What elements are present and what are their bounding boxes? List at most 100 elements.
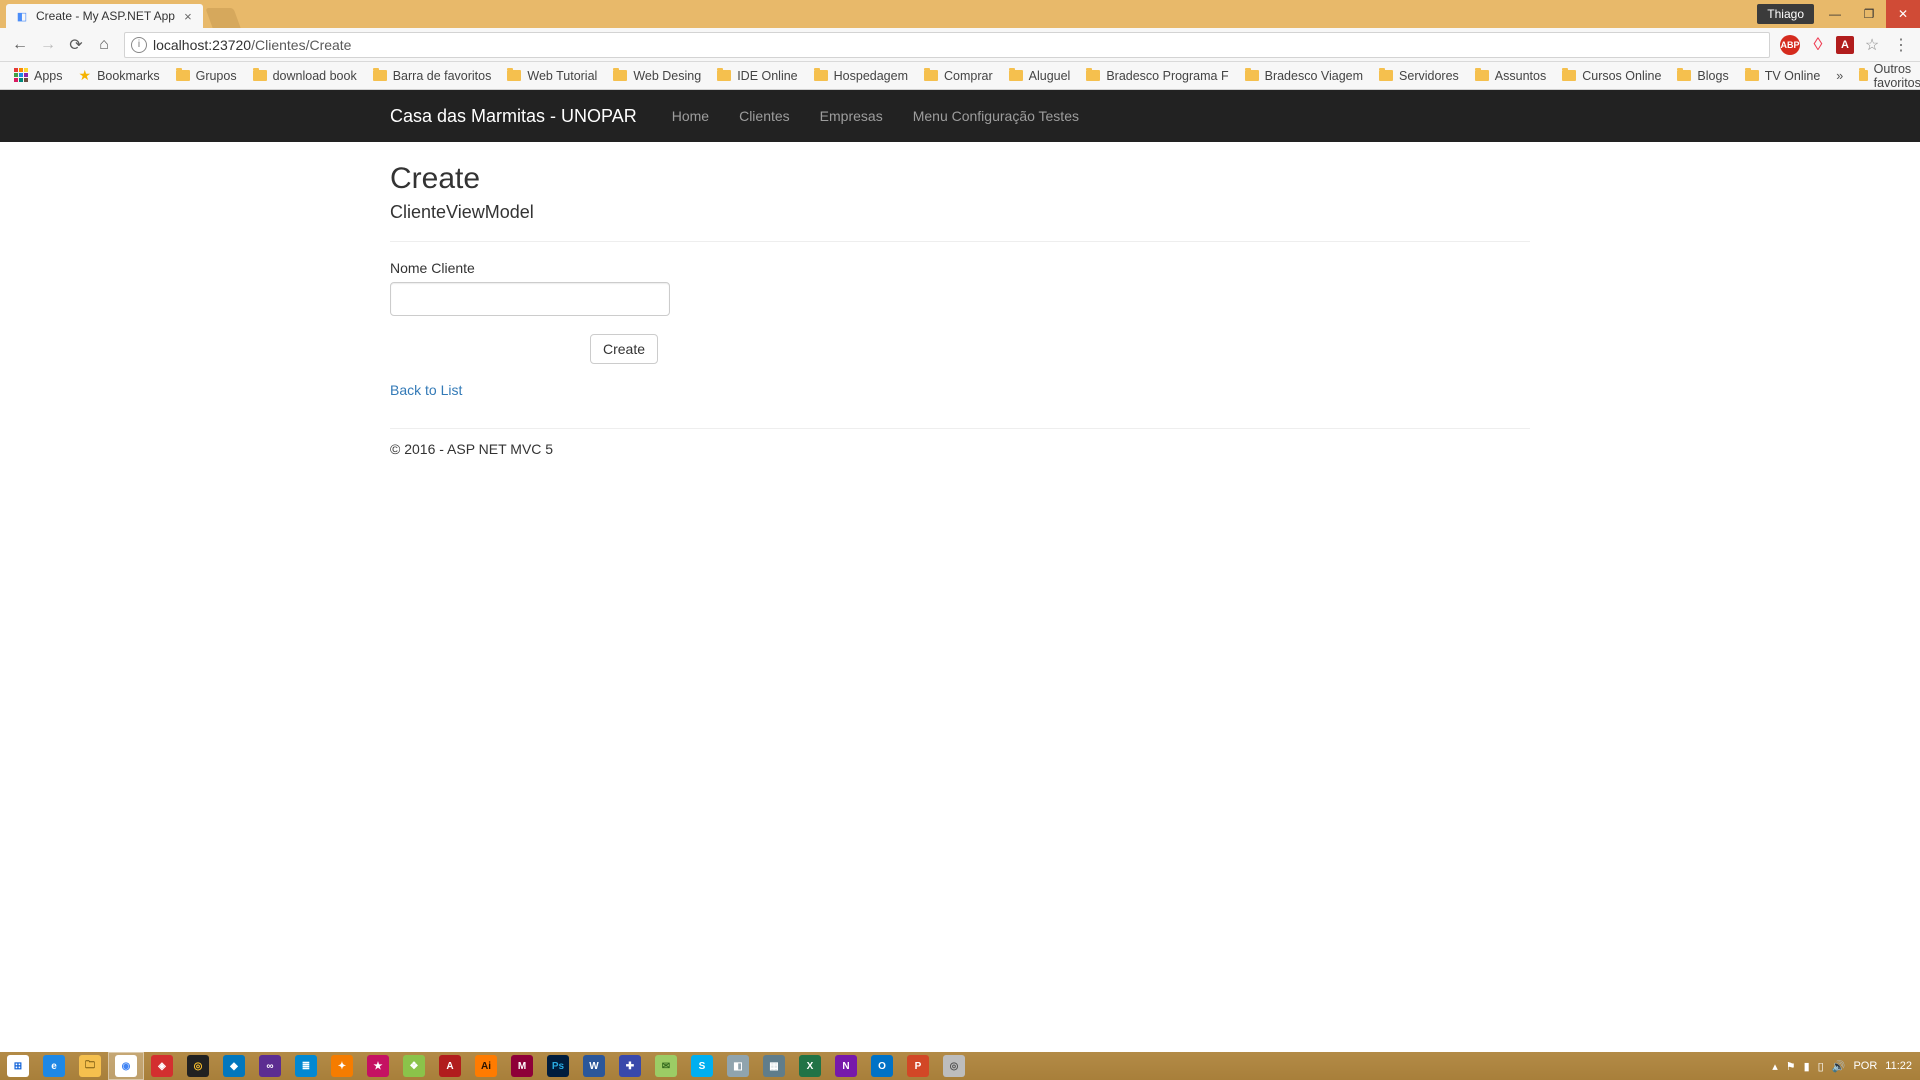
taskbar-app[interactable]: ❖ [396, 1052, 432, 1080]
acrobat-icon[interactable]: A [1836, 36, 1854, 54]
chrome-tab-strip: ◧ Create - My ASP.NET App × Thiago — ❐ ✕ [0, 0, 1920, 28]
taskbar-illustrator[interactable]: Ai [468, 1052, 504, 1080]
taskbar-photoshop[interactable]: Ps [540, 1052, 576, 1080]
taskbar-app[interactable]: ▦ [756, 1052, 792, 1080]
system-tray[interactable]: ▴ ⚑ ▮ ▯ 🔊 POR 11:22 [1764, 1060, 1920, 1073]
star-icon: ★ [79, 67, 92, 84]
footer-text: © 2016 - ASP NET MVC 5 [390, 441, 1530, 457]
bookmarks-menu[interactable]: ★ Bookmarks [71, 62, 168, 89]
folder-icon [373, 70, 387, 81]
taskbar-app[interactable]: M [504, 1052, 540, 1080]
bookmark-folder[interactable]: IDE Online [709, 62, 805, 89]
taskbar-outlook[interactable]: O [864, 1052, 900, 1080]
taskbar-chrome[interactable]: ◉ [108, 1052, 144, 1080]
nav-reload-button[interactable]: ⟳ [62, 31, 90, 59]
nav-link-empresas[interactable]: Empresas [805, 90, 898, 142]
tray-battery-icon[interactable]: ▮ [1804, 1060, 1810, 1073]
app-brand[interactable]: Casa das Marmitas - UNOPAR [390, 106, 637, 127]
taskbar-vscode[interactable]: ≣ [288, 1052, 324, 1080]
taskbar-onenote[interactable]: N [828, 1052, 864, 1080]
new-tab-button[interactable] [205, 8, 240, 28]
bookmark-folder[interactable]: Bradesco Viagem [1237, 62, 1371, 89]
taskbar-app[interactable]: ◎ [936, 1052, 972, 1080]
folder-icon [924, 70, 938, 81]
windows-taskbar: ⊞ e 🗀 ◉ ◈ ◎ ◆ ∞ ≣ ✦ ★ ❖ A Ai M Ps W ✚ ✉ … [0, 1052, 1920, 1080]
window-restore-button[interactable]: ❐ [1852, 0, 1886, 28]
taskbar-app[interactable]: ◎ [180, 1052, 216, 1080]
taskbar-ie[interactable]: e [36, 1052, 72, 1080]
folder-icon [176, 70, 190, 81]
tray-language[interactable]: POR [1853, 1060, 1877, 1072]
bookmark-folder[interactable]: Hospedagem [806, 62, 916, 89]
apps-button[interactable]: Apps [6, 62, 71, 89]
create-button[interactable]: Create [590, 334, 658, 364]
taskbar-visual-studio[interactable]: ∞ [252, 1052, 288, 1080]
folder-icon [717, 70, 731, 81]
other-bookmarks-button[interactable]: Outros favoritos [1851, 62, 1920, 90]
taskbar-app[interactable]: ◧ [720, 1052, 756, 1080]
site-info-icon[interactable]: i [131, 37, 147, 53]
chrome-toolbar: ← → ⟳ ⌂ i localhost:23720/Clientes/Creat… [0, 28, 1920, 62]
nav-link-home[interactable]: Home [657, 90, 724, 142]
taskbar-excel[interactable]: X [792, 1052, 828, 1080]
taskbar-app[interactable]: ✉ [648, 1052, 684, 1080]
page-favicon-icon: ◧ [14, 8, 30, 24]
form-group-nome: Nome Cliente [390, 260, 1530, 316]
adblock-icon[interactable]: ABP [1780, 35, 1800, 55]
folder-icon [1009, 70, 1023, 81]
bookmark-folder[interactable]: Barra de favoritos [365, 62, 500, 89]
taskbar-word[interactable]: W [576, 1052, 612, 1080]
taskbar-explorer[interactable]: 🗀 [72, 1052, 108, 1080]
page-subtitle: ClienteViewModel [390, 202, 1530, 223]
bookmark-star-icon[interactable]: ☆ [1862, 35, 1882, 55]
bookmark-folder[interactable]: Assuntos [1467, 62, 1554, 89]
nav-link-menu-config[interactable]: Menu Configuração Testes [898, 90, 1094, 142]
taskbar-powerpoint[interactable]: P [900, 1052, 936, 1080]
bookmark-folder[interactable]: Web Tutorial [499, 62, 605, 89]
window-close-button[interactable]: ✕ [1886, 0, 1920, 28]
taskbar-skype[interactable]: S [684, 1052, 720, 1080]
close-tab-icon[interactable]: × [181, 9, 195, 23]
tray-clock[interactable]: 11:22 [1885, 1060, 1912, 1072]
taskbar-app[interactable]: ✚ [612, 1052, 648, 1080]
bookmark-folder[interactable]: Comprar [916, 62, 1001, 89]
input-nome-cliente[interactable] [390, 282, 670, 316]
window-minimize-button[interactable]: — [1818, 0, 1852, 28]
taskbar-acrobat[interactable]: A [432, 1052, 468, 1080]
tab-title: Create - My ASP.NET App [36, 9, 175, 23]
divider [390, 241, 1530, 242]
bookmark-folder[interactable]: TV Online [1737, 62, 1829, 89]
bookmark-folder[interactable]: Cursos Online [1554, 62, 1669, 89]
folder-icon [1859, 70, 1867, 81]
chrome-menu-icon[interactable]: ⋮ [1890, 35, 1910, 55]
taskbar-app[interactable]: ★ [360, 1052, 396, 1080]
bookmark-folder[interactable]: Web Desing [605, 62, 709, 89]
browser-tab[interactable]: ◧ Create - My ASP.NET App × [6, 4, 203, 28]
tray-volume-icon[interactable]: 🔊 [1832, 1060, 1846, 1073]
nav-forward-button[interactable]: → [34, 31, 62, 59]
bookmark-folder[interactable]: Bradesco Programa F [1078, 62, 1236, 89]
folder-icon [613, 70, 627, 81]
bookmark-folder[interactable]: Grupos [168, 62, 245, 89]
nav-home-button[interactable]: ⌂ [90, 31, 118, 59]
bookmark-folder[interactable]: download book [245, 62, 365, 89]
back-to-list-link[interactable]: Back to List [390, 382, 462, 398]
label-nome-cliente: Nome Cliente [390, 260, 1530, 276]
nav-link-clientes[interactable]: Clientes [724, 90, 805, 142]
pocket-icon[interactable]: ◊ [1808, 35, 1828, 55]
bookmark-folder[interactable]: Aluguel [1001, 62, 1079, 89]
bookmarks-overflow-button[interactable]: » [1828, 69, 1851, 83]
address-bar[interactable]: i localhost:23720/Clientes/Create [124, 32, 1770, 58]
bookmark-folder[interactable]: Blogs [1669, 62, 1736, 89]
taskbar-app[interactable]: ◆ [216, 1052, 252, 1080]
chrome-user-chip[interactable]: Thiago [1757, 4, 1814, 24]
taskbar-app[interactable]: ✦ [324, 1052, 360, 1080]
tray-flag-icon[interactable]: ⚑ [1786, 1060, 1796, 1073]
bookmark-folder[interactable]: Servidores [1371, 62, 1467, 89]
nav-back-button[interactable]: ← [6, 31, 34, 59]
taskbar-app[interactable]: ◈ [144, 1052, 180, 1080]
tray-chevron-icon[interactable]: ▴ [1772, 1060, 1778, 1073]
start-button[interactable]: ⊞ [0, 1052, 36, 1080]
folder-icon [1475, 70, 1489, 81]
tray-network-icon[interactable]: ▯ [1818, 1060, 1824, 1073]
